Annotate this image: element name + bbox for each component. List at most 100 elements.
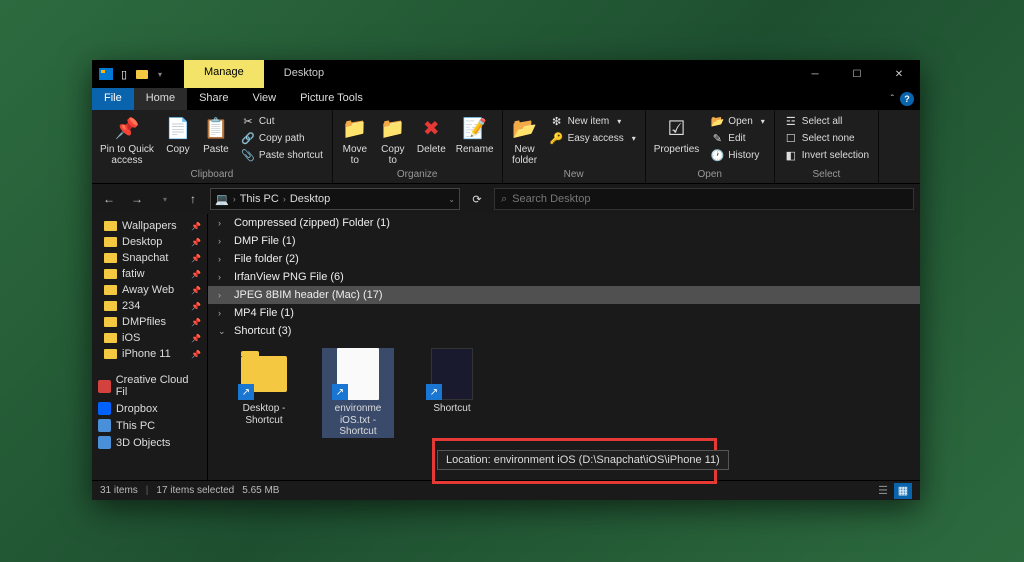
pin-icon: 📌 (191, 270, 201, 279)
sidebar-item-dmpfiles[interactable]: DMPfiles📌 (92, 314, 207, 330)
maximize-button[interactable]: ☐ (836, 60, 878, 88)
minimize-button[interactable]: ─ (794, 60, 836, 88)
sidebar-item-234[interactable]: 234📌 (92, 298, 207, 314)
select-all-icon: ☲ (784, 114, 798, 128)
picture-tools-menu[interactable]: Picture Tools (288, 88, 375, 110)
properties-button[interactable]: ☑Properties (650, 112, 704, 157)
chevron-icon: › (218, 290, 228, 300)
search-placeholder: Search Desktop (512, 193, 590, 205)
ribbon: 📌Pin to Quick access 📄Copy 📋Paste ✂Cut 🔗… (92, 110, 920, 184)
chevron-icon: › (218, 272, 228, 282)
sidebar-item-this-pc[interactable]: This PC (92, 417, 207, 434)
chevron-icon: › (218, 218, 228, 228)
rename-button[interactable]: 📝Rename (452, 112, 498, 157)
move-to-button[interactable]: 📁Move to (337, 112, 373, 168)
new-folder-button[interactable]: 📂New folder (507, 112, 543, 168)
menubar: File Home Share View Picture Tools ˆ ? (92, 88, 920, 110)
sidebar-item-ios[interactable]: iOS📌 (92, 330, 207, 346)
sidebar-item-creative-cloud-fil[interactable]: Creative Cloud Fil (92, 372, 207, 400)
edit-button[interactable]: ✎Edit (708, 130, 766, 146)
select-none-icon: ☐ (784, 131, 798, 145)
new-item-button[interactable]: ❇New item▾ (548, 113, 638, 129)
history-button[interactable]: 🕐History (708, 147, 766, 163)
up-button[interactable]: ↑ (182, 188, 204, 210)
cut-button[interactable]: ✂Cut (239, 113, 325, 129)
file-explorer-window: ▯ ▾ Manage Desktop ─ ☐ ✕ File Home Share… (92, 60, 920, 500)
sidebar-item-fatiw[interactable]: fatiw📌 (92, 266, 207, 282)
file-icon: ↗ (332, 348, 384, 400)
paste-button[interactable]: 📋Paste (198, 112, 234, 157)
sidebar-item-iphone-11[interactable]: iPhone 11📌 (92, 346, 207, 362)
pin-icon: 📌 (191, 286, 201, 295)
close-button[interactable]: ✕ (878, 60, 920, 88)
pin-icon: 📌 (191, 302, 201, 311)
file-item[interactable]: ↗environmeiOS.txt - Shortcut (322, 348, 394, 438)
pin-icon: 📌 (191, 254, 201, 263)
organize-group-label: Organize (337, 168, 498, 181)
folder-icon (104, 349, 117, 359)
qa-save-icon[interactable]: ▯ (116, 66, 132, 82)
forward-button[interactable]: → (126, 188, 148, 210)
home-menu[interactable]: Home (134, 88, 187, 110)
new-item-icon: ❇ (550, 114, 564, 128)
file-menu[interactable]: File (92, 88, 134, 110)
open-button[interactable]: 📂Open▾ (708, 113, 766, 129)
file-label: Desktop - Shortcut (228, 403, 300, 426)
group-row[interactable]: ›File folder (2) (208, 250, 920, 268)
chevron-icon: › (218, 308, 228, 318)
select-none-button[interactable]: ☐Select none (782, 130, 871, 146)
copy-button[interactable]: 📄Copy (160, 112, 196, 157)
paste-icon: 📋 (202, 114, 230, 142)
folder-icon (104, 269, 117, 279)
sidebar: Wallpapers📌Desktop📌Snapchat📌fatiw📌Away W… (92, 214, 208, 480)
refresh-button[interactable]: ⟳ (466, 188, 488, 210)
delete-button[interactable]: ✖Delete (413, 112, 450, 157)
breadcrumb-this-pc[interactable]: This PC (240, 193, 279, 205)
group-row[interactable]: ›MP4 File (1) (208, 304, 920, 322)
breadcrumb[interactable]: 💻 › This PC › Desktop ⌄ (210, 188, 460, 210)
group-row[interactable]: ›Compressed (zipped) Folder (1) (208, 214, 920, 232)
sidebar-item-3d-objects[interactable]: 3D Objects (92, 434, 207, 451)
ribbon-collapse-icon[interactable]: ˆ (891, 94, 894, 105)
sidebar-item-desktop[interactable]: Desktop📌 (92, 234, 207, 250)
window-title: Desktop (264, 60, 344, 88)
edit-icon: ✎ (710, 131, 724, 145)
back-button[interactable]: ← (98, 188, 120, 210)
sidebar-item-away-web[interactable]: Away Web📌 (92, 282, 207, 298)
sidebar-item-wallpapers[interactable]: Wallpapers📌 (92, 218, 207, 234)
qa-folder-icon[interactable] (134, 66, 150, 82)
chevron-icon: ⌄ (218, 326, 228, 337)
file-item[interactable]: ↗Desktop - Shortcut (228, 348, 300, 426)
breadcrumb-desktop[interactable]: Desktop (290, 193, 330, 205)
select-all-button[interactable]: ☲Select all (782, 113, 871, 129)
sidebar-item-snapchat[interactable]: Snapchat📌 (92, 250, 207, 266)
easy-access-button[interactable]: 🔑Easy access▾ (548, 130, 638, 146)
share-menu[interactable]: Share (187, 88, 240, 110)
copy-to-button[interactable]: 📁Copy to (375, 112, 411, 168)
view-menu[interactable]: View (240, 88, 288, 110)
copy-path-button[interactable]: 🔗Copy path (239, 130, 325, 146)
sidebar-item-dropbox[interactable]: Dropbox (92, 400, 207, 417)
file-icon: ↗ (426, 348, 478, 400)
details-view-icon[interactable]: ☰ (874, 483, 892, 499)
group-row[interactable]: ›JPEG 8BIM header (Mac) (17) (208, 286, 920, 304)
qa-dropdown[interactable]: ▾ (152, 66, 168, 82)
help-icon[interactable]: ? (900, 92, 914, 106)
delete-icon: ✖ (417, 114, 445, 142)
pin-quick-access-button[interactable]: 📌Pin to Quick access (96, 112, 158, 168)
history-icon: 🕐 (710, 148, 724, 162)
paste-shortcut-button[interactable]: 📎Paste shortcut (239, 147, 325, 163)
invert-icon: ◧ (784, 148, 798, 162)
group-row[interactable]: ›DMP File (1) (208, 232, 920, 250)
group-row[interactable]: ›IrfanView PNG File (6) (208, 268, 920, 286)
copy-icon: 📄 (164, 114, 192, 142)
file-item[interactable]: ↗Shortcut (416, 348, 488, 415)
invert-selection-button[interactable]: ◧Invert selection (782, 147, 871, 163)
recent-dropdown[interactable]: ▾ (154, 188, 176, 210)
search-box[interactable]: ⌕ Search Desktop (494, 188, 914, 210)
thumbnails-view-icon[interactable]: ▦ (894, 483, 912, 499)
statusbar: 31 items | 17 items selected 5.65 MB ☰ ▦ (92, 480, 920, 500)
group-row[interactable]: ⌄Shortcut (3) (208, 322, 920, 340)
folder-icon (104, 317, 117, 327)
manage-tab[interactable]: Manage (184, 60, 264, 88)
